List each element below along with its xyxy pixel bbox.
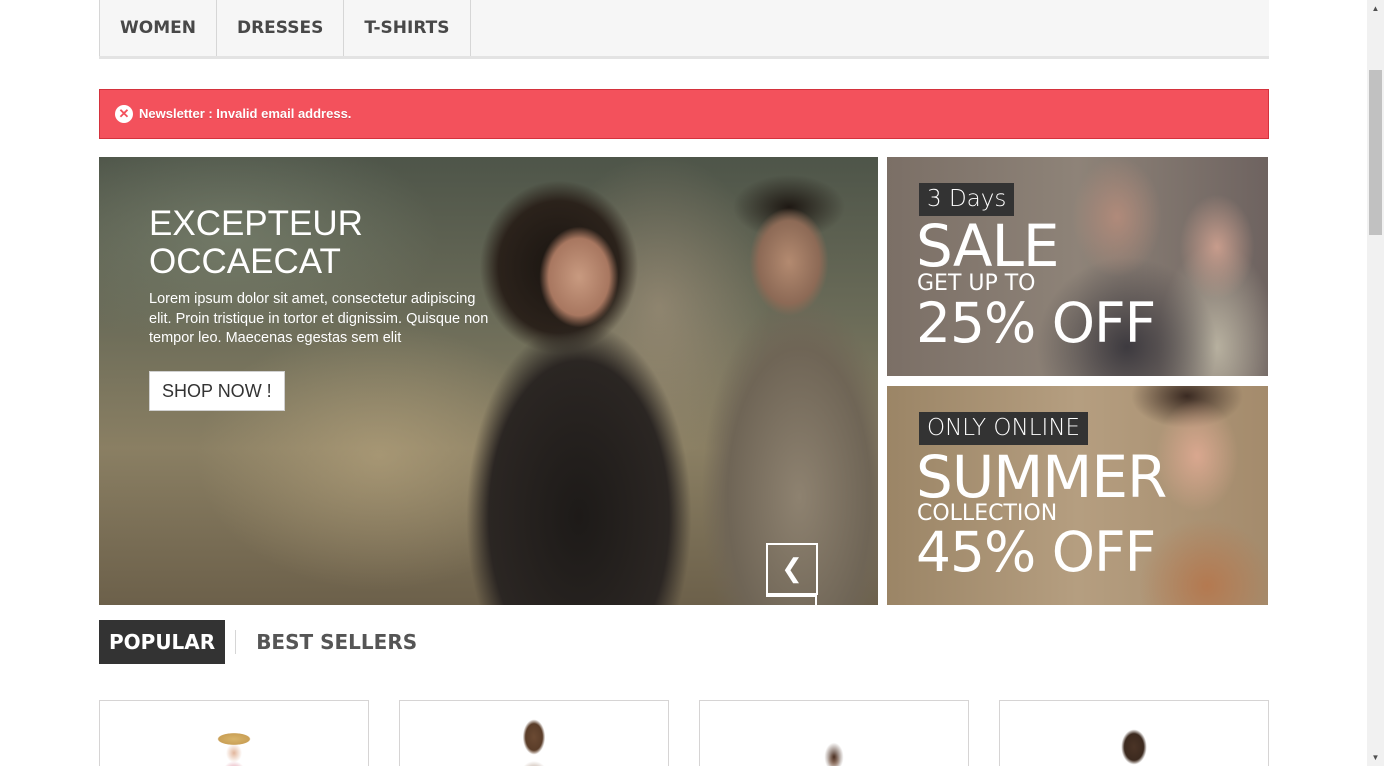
tab-popular[interactable]: Popular	[99, 620, 226, 664]
banner-discount: 25% Off	[916, 291, 1156, 355]
newsletter-error-alert: ✕ Newsletter : Invalid email address.	[99, 89, 1269, 139]
product-image[interactable]	[1114, 711, 1154, 766]
product-image[interactable]	[514, 711, 554, 766]
scroll-down-icon[interactable]: ▼	[1367, 749, 1384, 766]
vertical-scrollbar[interactable]: ▲ ▼	[1367, 0, 1384, 766]
tab-divider	[235, 630, 237, 654]
slide-image-man	[659, 167, 878, 605]
menu-item-t-shirts[interactable]: T-shirts	[344, 0, 471, 56]
sale-banner[interactable]: 3 Days Sale Get up to 25% Off	[887, 157, 1268, 376]
home-product-tabs: Popular Best Sellers	[99, 620, 427, 664]
slide-title: Excepteur occaecat	[149, 204, 363, 281]
banner-discount: 45% Off	[916, 520, 1156, 584]
scroll-up-icon[interactable]: ▲	[1367, 0, 1384, 17]
scrollbar-thumb[interactable]	[1369, 70, 1382, 235]
tab-best-sellers[interactable]: Best Sellers	[246, 620, 427, 664]
homepage-slider: Excepteur occaecat Lorem ipsum dolor sit…	[99, 157, 878, 605]
menu-item-women[interactable]: Women	[99, 0, 217, 56]
slider-controls: ❮ ❯	[766, 543, 867, 605]
top-menu: Women Dresses T-shirts	[99, 0, 1269, 59]
summer-collection-banner[interactable]: Only online Summer Collection 45% Off	[887, 386, 1268, 605]
product-image[interactable]	[214, 711, 254, 766]
product-card[interactable]	[699, 700, 969, 766]
shop-now-button[interactable]: Shop now !	[149, 371, 285, 411]
banner-headline: Sale	[916, 212, 1060, 280]
product-card[interactable]	[399, 700, 669, 766]
chevron-right-icon[interactable]: ❯	[766, 595, 817, 605]
close-circle-icon: ✕	[115, 105, 133, 123]
chevron-left-icon[interactable]: ❮	[766, 543, 818, 595]
page: Women Dresses T-shirts ✕ Newsletter : In…	[0, 0, 1367, 766]
product-image[interactable]	[814, 711, 854, 766]
menu-item-dresses[interactable]: Dresses	[217, 0, 345, 56]
banner-headline: Summer	[916, 443, 1167, 511]
product-card[interactable]	[99, 700, 369, 766]
banner-tag: Only online	[919, 412, 1089, 445]
product-card[interactable]	[999, 700, 1269, 766]
alert-message: Newsletter : Invalid email address.	[139, 106, 352, 121]
slide-description: Lorem ipsum dolor sit amet, consectetur …	[149, 291, 489, 346]
